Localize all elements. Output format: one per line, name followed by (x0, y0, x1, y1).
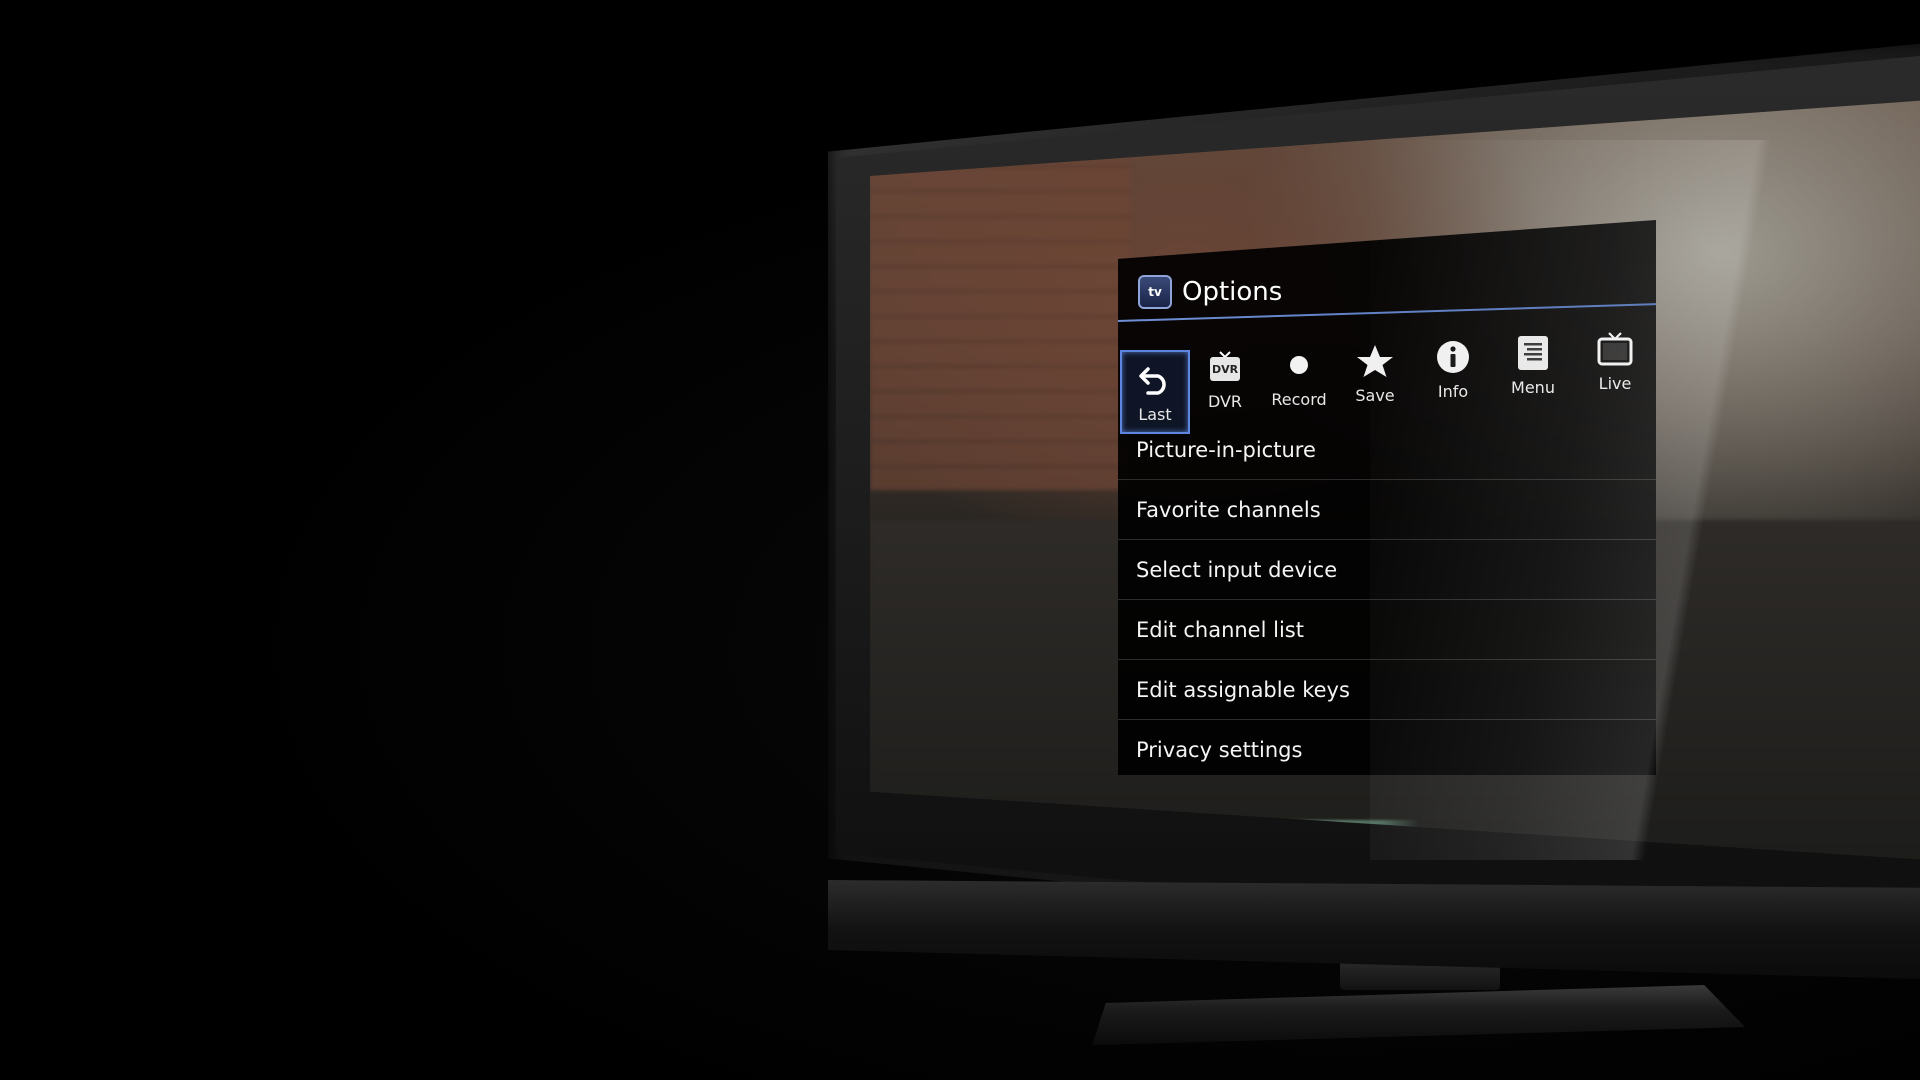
menu-item-label: Edit channel list (1136, 617, 1304, 642)
info-button[interactable]: Info (1418, 338, 1488, 401)
menu-item-label: Privacy settings (1136, 737, 1303, 762)
menu-list-icon (1516, 334, 1550, 372)
live-button[interactable]: Live (1580, 330, 1650, 393)
menu-item-label: Select input device (1136, 557, 1338, 582)
dvr-icon-text: DVR (1211, 363, 1239, 376)
options-panel: tv Options Last DVR DVR Record Save Info… (1118, 220, 1656, 775)
dvr-label: DVR (1207, 392, 1243, 411)
menu-item-select-input-device[interactable]: Select input device (1118, 540, 1656, 600)
save-label: Save (1355, 386, 1395, 405)
menu-label: Menu (1511, 378, 1555, 397)
menu-item-label: Edit assignable keys (1136, 677, 1350, 702)
record-button[interactable]: Record (1264, 346, 1334, 409)
menu-item-picture-in-picture[interactable]: Picture-in-picture (1118, 420, 1656, 480)
menu-item-privacy-settings[interactable]: Privacy settings (1118, 720, 1656, 775)
menu-item-label: Favorite channels (1136, 497, 1321, 522)
options-header: tv Options (1138, 270, 1282, 314)
background-video-wall (870, 160, 1130, 490)
record-label: Record (1271, 390, 1327, 409)
menu-item-edit-assignable-keys[interactable]: Edit assignable keys (1118, 660, 1656, 720)
save-button[interactable]: Save (1340, 342, 1410, 405)
scene: tv Options Last DVR DVR Record Save Info… (0, 0, 1920, 1080)
tv-stand-base (1092, 985, 1745, 1045)
menu-button[interactable]: Menu (1498, 334, 1568, 397)
info-label: Info (1437, 382, 1469, 401)
dvr-button[interactable]: DVR DVR (1190, 348, 1260, 411)
star-icon (1356, 342, 1394, 380)
record-dot-icon (1288, 346, 1310, 384)
options-toolbar: Last DVR DVR Record Save Info Menu Live (1118, 328, 1656, 434)
options-title: Options (1182, 277, 1283, 307)
undo-arrow-icon (1138, 361, 1172, 399)
menu-item-label: Picture-in-picture (1136, 437, 1316, 462)
live-label: Live (1598, 374, 1632, 393)
menu-item-edit-channel-list[interactable]: Edit channel list (1118, 600, 1656, 660)
info-icon (1435, 338, 1471, 376)
menu-item-favorite-channels[interactable]: Favorite channels (1118, 480, 1656, 540)
options-menu-list: Picture-in-picture Favorite channels Sel… (1118, 420, 1656, 775)
tv-app-icon-label: tv (1148, 285, 1162, 299)
tv-icon (1596, 330, 1634, 368)
tv-app-icon: tv (1138, 275, 1172, 309)
